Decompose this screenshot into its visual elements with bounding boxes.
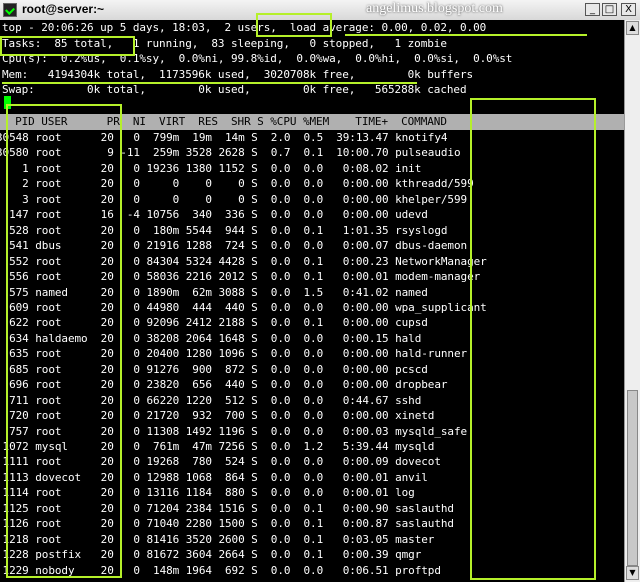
command-highlight-box xyxy=(470,98,596,580)
users-highlight-box xyxy=(256,13,332,37)
maximize-button[interactable]: □ xyxy=(602,3,617,16)
window-title: root@server:~ xyxy=(22,2,105,16)
load-average-underline xyxy=(345,34,587,36)
scroll-up-icon[interactable]: ▲ xyxy=(626,21,639,35)
scroll-down-icon[interactable]: ▼ xyxy=(626,566,639,580)
tasks-highlight-box xyxy=(0,36,135,56)
terminal-icon xyxy=(3,3,17,17)
swap-line: Swap: 0k total, 0k used, 0k free, 565288… xyxy=(2,83,467,96)
minimize-button[interactable]: _ xyxy=(585,3,600,16)
pid-user-highlight-box xyxy=(6,104,122,578)
scrollbar[interactable]: ▲ ▼ xyxy=(624,20,640,582)
watermark: angelimus.blogspot.com xyxy=(366,1,503,16)
scroll-thumb[interactable] xyxy=(627,390,638,566)
close-button[interactable]: X xyxy=(621,3,636,16)
mem-line: Mem: 4194304k total, 1173596k used, 3020… xyxy=(2,68,474,81)
mem-underline xyxy=(2,82,417,84)
